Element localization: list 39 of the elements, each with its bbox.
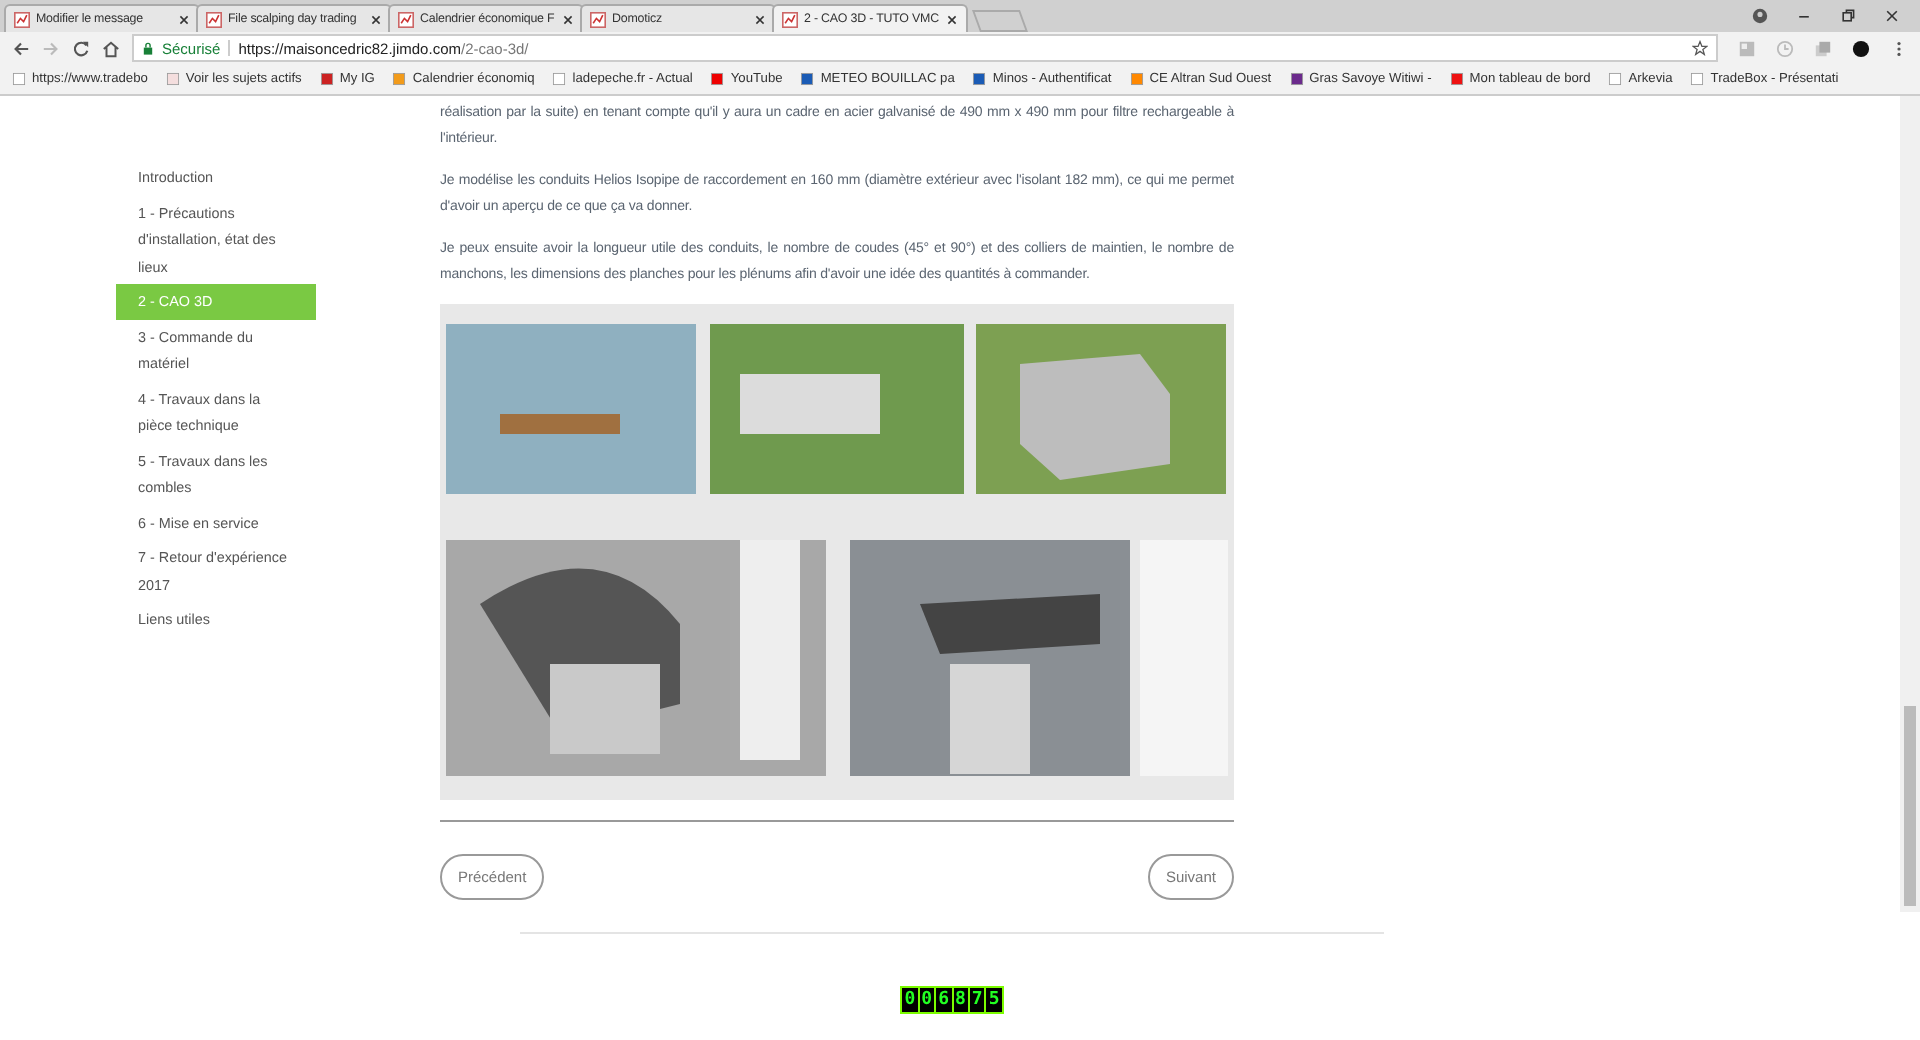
close-icon[interactable]: [754, 13, 766, 25]
close-icon[interactable]: [562, 13, 574, 25]
bookmark-icon: [972, 72, 987, 86]
page-icon: [782, 11, 798, 27]
reload-icon[interactable]: [72, 39, 90, 57]
bookmark-icon: [800, 72, 815, 86]
bookmark-icon: [392, 72, 407, 86]
bookmark-icon: [12, 72, 26, 86]
close-icon[interactable]: [946, 13, 958, 25]
close-icon[interactable]: [1884, 8, 1900, 24]
counter-digit: 6: [936, 988, 951, 1012]
counter-digit: 0: [919, 988, 935, 1012]
close-icon[interactable]: [178, 13, 190, 25]
lock-icon: [142, 41, 154, 55]
scrollbar[interactable]: [1900, 96, 1920, 912]
page-icon: [590, 11, 606, 27]
extension-icon[interactable]: [1852, 39, 1870, 57]
bookmark-icon: [319, 72, 334, 86]
home-icon[interactable]: [102, 39, 120, 57]
bookmark-icon: [710, 72, 725, 86]
bookmark-icon: [165, 72, 180, 86]
bookmark-icon: [552, 72, 567, 86]
bookmark-icon: [1690, 72, 1705, 86]
back-icon[interactable]: [12, 39, 30, 57]
star-icon[interactable]: [1692, 40, 1708, 56]
page-icon: [206, 11, 222, 27]
counter-digit: 7: [969, 988, 985, 1012]
bookmark-icon: [1129, 72, 1144, 86]
page-icon: [398, 11, 414, 27]
bookmark-icon: [1289, 72, 1304, 86]
page-icon: [14, 11, 30, 27]
close-icon[interactable]: [370, 13, 382, 25]
bookmark-icon: [1449, 72, 1464, 86]
user-icon[interactable]: [1752, 8, 1768, 24]
counter-digit: 8: [953, 988, 968, 1012]
bookmark-icon: [1608, 72, 1623, 86]
counter-digit: 5: [986, 988, 1002, 1012]
counter-digit: 0: [902, 988, 918, 1012]
restore-icon[interactable]: [1840, 8, 1856, 24]
